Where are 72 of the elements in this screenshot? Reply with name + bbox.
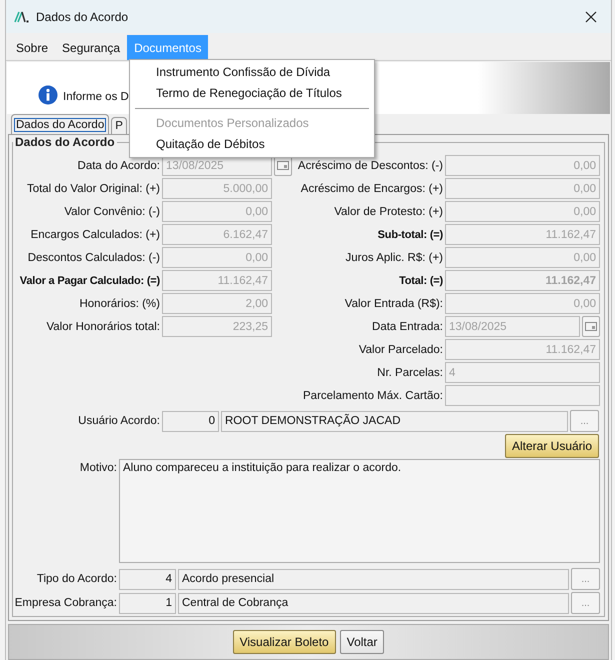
field-label: Motivo: bbox=[78, 461, 117, 474]
input-field[interactable]: 2,00 bbox=[162, 293, 272, 314]
field-label: Empresa Cobrança: bbox=[14, 597, 117, 609]
tab[interactable]: P bbox=[111, 117, 127, 134]
field-label: Parcelamento Máx. Cartão: bbox=[302, 390, 443, 402]
input-field[interactable]: 0,00 bbox=[162, 201, 272, 222]
input-field[interactable]: 223,25 bbox=[162, 316, 272, 337]
input-field[interactable]: 6.162,47 bbox=[162, 224, 272, 245]
input-field[interactable]: 5.000,00 bbox=[162, 178, 272, 199]
name-field[interactable]: ROOT DEMONSTRAÇÃO JACAD bbox=[221, 410, 568, 432]
menu-item[interactable]: Termo de Renegociação de Títulos bbox=[130, 83, 374, 104]
input-field[interactable]: 11.162,47 bbox=[445, 339, 600, 360]
menu-item[interactable]: Segurança bbox=[55, 35, 128, 60]
input-field[interactable]: 0,00 bbox=[445, 247, 600, 268]
name-field[interactable]: Acordo presencial bbox=[178, 568, 569, 590]
lookup-button[interactable]: ... bbox=[570, 410, 599, 432]
close-icon[interactable] bbox=[585, 10, 597, 22]
field-label: Data Entrada: bbox=[371, 320, 443, 332]
input-field[interactable]: 11.162,47 bbox=[445, 224, 600, 245]
lookup-button[interactable]: ... bbox=[571, 568, 600, 590]
app-logo-icon bbox=[14, 10, 30, 22]
input-field[interactable]: 0,00 bbox=[162, 247, 272, 268]
input-field[interactable]: 0,00 bbox=[445, 155, 600, 176]
field-label: Acréscimo de Encargos: (+) bbox=[300, 182, 443, 194]
field-label: Sub-total: (=) bbox=[376, 228, 443, 240]
calendar-icon bbox=[277, 161, 289, 170]
code-field[interactable]: 4 bbox=[119, 568, 176, 590]
field-label: Honorários: (%) bbox=[78, 298, 160, 310]
menu-item[interactable]: Documentos bbox=[127, 35, 208, 60]
input-field[interactable]: 0,00 bbox=[445, 293, 600, 314]
calendar-button[interactable] bbox=[582, 316, 600, 337]
code-field[interactable]: 1 bbox=[119, 592, 176, 614]
field-label: Encargos Calculados: (+) bbox=[30, 228, 160, 240]
field-label: Usuário Acordo: bbox=[77, 415, 160, 427]
name-field[interactable]: Central de Cobrança bbox=[178, 592, 569, 614]
field-label: Valor Entrada (R$): bbox=[344, 298, 443, 310]
field-label: Tipo do Acordo: bbox=[36, 573, 117, 585]
input-field[interactable]: 11.162,47 bbox=[445, 270, 600, 291]
input-field[interactable]: 0,00 bbox=[445, 178, 600, 199]
field-label: Nr. Parcelas: bbox=[376, 366, 443, 378]
group-title: Dados do Acordo bbox=[14, 135, 116, 149]
menu-item[interactable]: Sobre bbox=[9, 35, 56, 60]
field-label: Acréscimo de Descontos: (-) bbox=[296, 160, 443, 172]
view-slip-button[interactable]: Visualizar Boleto bbox=[232, 630, 336, 654]
input-field[interactable] bbox=[445, 385, 600, 406]
field-label: Valor Convênio: (-) bbox=[63, 206, 160, 218]
reason-textarea[interactable]: Aluno compareceu a instituição para realizar o acordo. bbox=[119, 459, 600, 563]
field-label: Valor Honorários total: bbox=[45, 320, 160, 332]
menu-item[interactable]: Instrumento Confissão de Dívida bbox=[130, 62, 374, 83]
change-user-button[interactable]: Alterar Usuário bbox=[504, 434, 599, 458]
field-label: Valor a Pagar Calculado: (=) bbox=[18, 274, 160, 286]
calendar-icon bbox=[585, 322, 597, 331]
menu-item: Documentos Personalizados bbox=[155, 115, 310, 132]
field-label: Total: (=) bbox=[398, 274, 443, 286]
menu-item[interactable]: Quitação de Débitos bbox=[130, 134, 374, 155]
back-button[interactable]: Voltar bbox=[340, 630, 384, 654]
input-field[interactable]: 0,00 bbox=[445, 201, 600, 222]
input-field[interactable]: 11.162,47 bbox=[162, 270, 272, 291]
field-label: Valor Parcelado: bbox=[358, 344, 443, 356]
date-field[interactable]: 13/08/2025 bbox=[445, 316, 580, 337]
field-label: Data do Acordo: bbox=[76, 160, 160, 172]
code-field[interactable]: 0 bbox=[162, 410, 219, 432]
window-title: Dados do Acordo bbox=[36, 10, 130, 24]
lookup-button[interactable]: ... bbox=[571, 592, 600, 614]
field-label: Valor de Protesto: (+) bbox=[333, 206, 443, 218]
tab[interactable]: Dados do Acordo bbox=[11, 114, 110, 134]
info-icon bbox=[38, 85, 58, 105]
field-label: Total do Valor Original: (+) bbox=[26, 182, 160, 194]
field-label: Juros Aplic. R$: (+) bbox=[344, 252, 443, 264]
input-field[interactable]: 4 bbox=[445, 362, 600, 383]
field-label: Descontos Calculados: (-) bbox=[26, 252, 160, 264]
header-message: Informe os D bbox=[63, 91, 129, 105]
